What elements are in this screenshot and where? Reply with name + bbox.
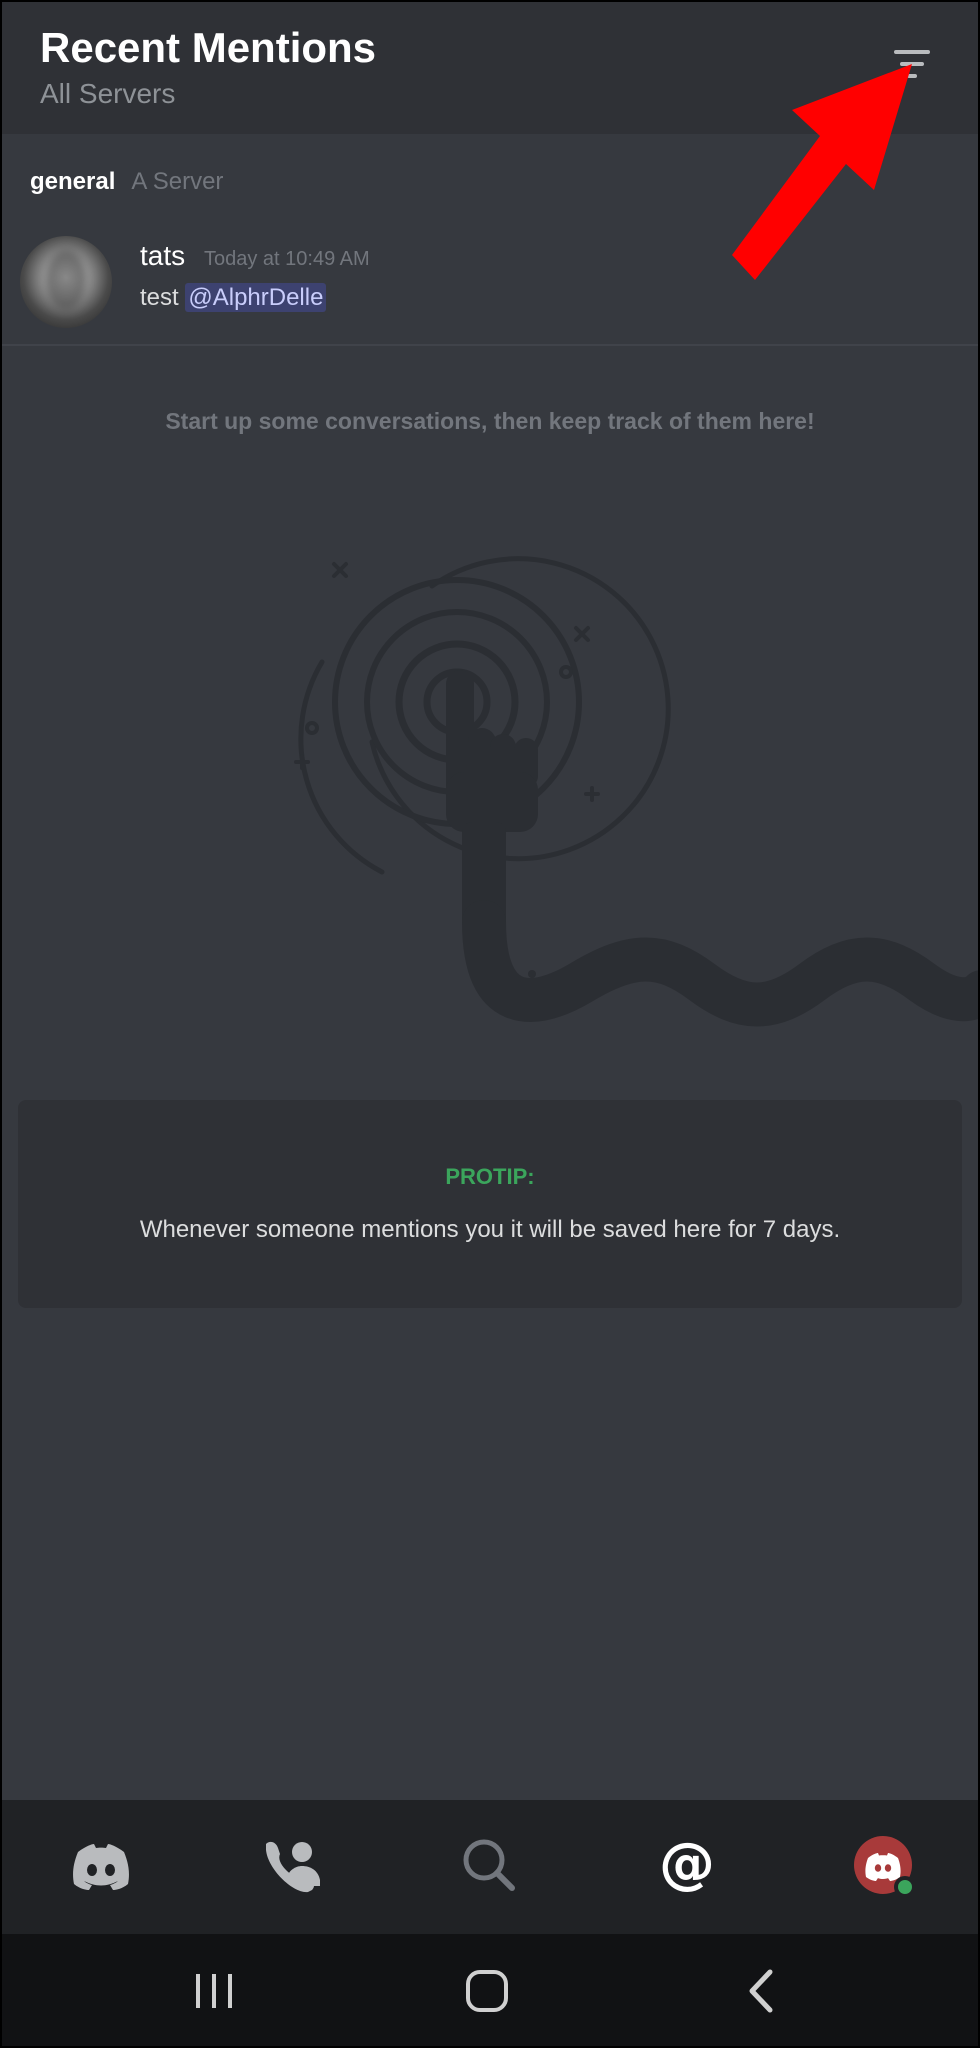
- protip-label: PROTIP:: [445, 1164, 535, 1189]
- app-screen: Recent Mentions All Servers general A Ser…: [2, 2, 978, 2046]
- nav-search-button[interactable]: [454, 1830, 524, 1900]
- protip-text: Whenever someone mentions you it will be…: [139, 1216, 841, 1243]
- back-button[interactable]: [734, 1964, 794, 2020]
- channel-name: general: [30, 168, 116, 195]
- discord-home-icon: [73, 1844, 129, 1890]
- back-icon: [749, 1969, 773, 2013]
- home-button[interactable]: [458, 1964, 518, 2020]
- svg-text:@: @: [659, 1831, 715, 1896]
- protip-card: PROTIP: Whenever someone mentions you it…: [18, 1100, 962, 1308]
- mention-message[interactable]: tats Today at 10:49 AM test @AlphrDelle: [2, 228, 978, 346]
- page-title: Recent Mentions: [40, 24, 377, 71]
- nav-friends-button[interactable]: [258, 1830, 328, 1900]
- message-text-prefix: test: [140, 284, 179, 311]
- nav-mentions-button[interactable]: @: [652, 1830, 722, 1900]
- server-name: A Server: [131, 168, 224, 195]
- nav-profile-button[interactable]: [854, 1830, 924, 1900]
- tap-hand-illustration-icon: [294, 556, 978, 1027]
- message-author: tats: [140, 240, 186, 271]
- home-icon: [466, 1970, 508, 2012]
- search-icon: [463, 1839, 515, 1891]
- mention-channel-line[interactable]: general A Server: [30, 168, 223, 196]
- friends-icon: [266, 1841, 320, 1893]
- online-status-icon: [894, 1876, 916, 1898]
- bottom-nav: @: [2, 1800, 978, 1934]
- recent-apps-icon: [196, 1974, 232, 2008]
- empty-state-text: Start up some conversations, then keep t…: [165, 408, 815, 434]
- mentions-icon: @: [659, 1831, 715, 1896]
- user-mention[interactable]: @AlphrDelle: [185, 283, 327, 312]
- nav-home-button[interactable]: [66, 1830, 136, 1900]
- page-subtitle: All Servers: [40, 78, 176, 109]
- avatar[interactable]: [20, 236, 112, 328]
- message-timestamp: Today at 10:49 AM: [204, 248, 370, 270]
- recent-apps-button[interactable]: [184, 1964, 244, 2020]
- system-nav-bar: [2, 1934, 978, 2046]
- message-text: test @AlphrDelle: [140, 283, 327, 312]
- divider: [2, 344, 978, 346]
